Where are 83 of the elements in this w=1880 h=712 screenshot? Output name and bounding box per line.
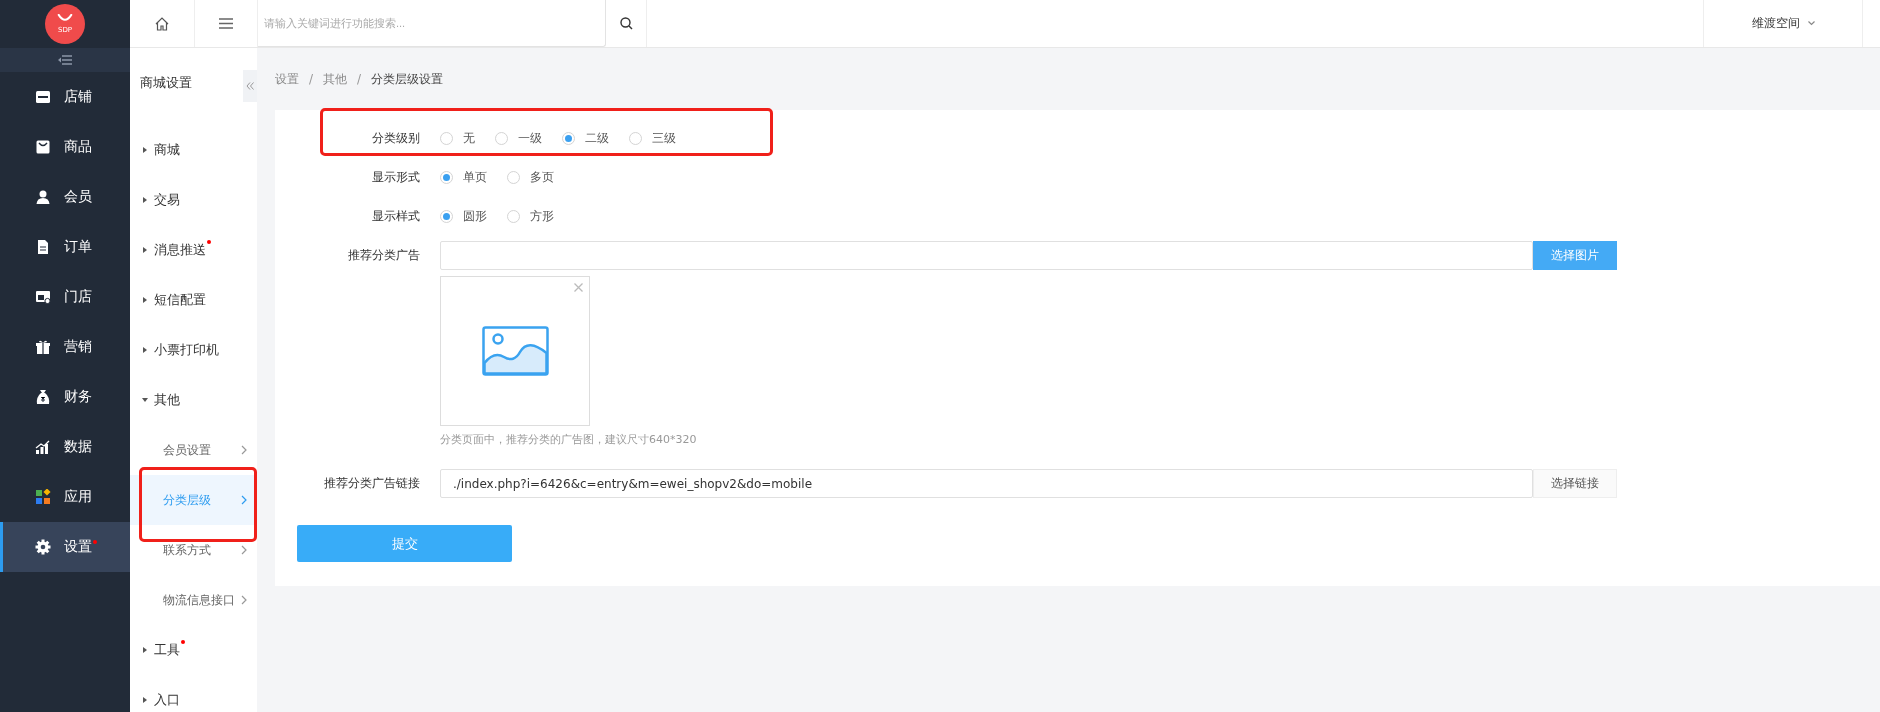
document-icon (35, 239, 51, 255)
nav-item[interactable]: 门店 (0, 272, 130, 322)
nav-label: 商品 (64, 138, 92, 156)
radio-option[interactable]: 单页 (440, 169, 487, 186)
chevron-right-icon (241, 495, 247, 505)
caret-icon (1807, 21, 1815, 26)
nav-item[interactable]: 订单 (0, 222, 130, 272)
field-label: 显示样式 (371, 208, 420, 225)
person-icon (35, 189, 51, 205)
radio-option[interactable]: 二级 (562, 130, 609, 147)
menu-group[interactable]: 短信配置 (130, 275, 257, 325)
nav-label: 店铺 (64, 88, 92, 106)
image-icon (481, 326, 549, 376)
nav-label: 应用 (64, 488, 92, 506)
menu-group[interactable]: 工具 (130, 625, 257, 675)
radio-option[interactable]: 三级 (629, 130, 676, 147)
chevron-right-icon (241, 595, 247, 605)
nav-label: 财务 (64, 388, 92, 406)
caret-right-icon (142, 697, 148, 703)
breadcrumb-item: 分类层级设置 (371, 70, 444, 88)
menu-group[interactable]: 交易 (130, 175, 257, 225)
radio-option[interactable]: 方形 (507, 208, 554, 225)
breadcrumb-separator: / (357, 72, 362, 86)
caret-right-icon (142, 297, 148, 303)
caret-right-icon (142, 197, 148, 203)
menu-group[interactable]: 小票打印机 (130, 325, 257, 375)
double-chevron-icon (246, 82, 254, 90)
caret-right-icon (142, 147, 148, 153)
caret-right-icon (142, 247, 148, 253)
bar-chart-icon (35, 439, 51, 455)
nav-item[interactable]: 应用 (0, 472, 130, 522)
nav-label: 设置 (64, 538, 92, 556)
field-label: 显示形式 (371, 169, 420, 186)
store-icon (35, 89, 51, 105)
nav-item[interactable]: 会员 (0, 172, 130, 222)
menu-group[interactable]: 其他 (130, 375, 257, 425)
home-icon (155, 16, 169, 31)
nav-label: 会员 (64, 188, 92, 206)
nav-item[interactable]: 设置 (0, 522, 130, 572)
breadcrumb-separator: / (309, 72, 314, 86)
nav-label: 门店 (64, 288, 92, 306)
menu-icon (219, 18, 233, 29)
breadcrumb-item[interactable]: 设置 (275, 70, 299, 88)
search-icon (619, 17, 633, 30)
image-path-field[interactable] (440, 241, 1533, 270)
gear-icon (35, 539, 51, 555)
field-label: 推荐分类广告 (347, 247, 420, 264)
radio-option[interactable]: 一级 (495, 130, 542, 147)
search-field[interactable]: 请输入关键词进行功能搜索... (258, 0, 606, 47)
chevron-right-icon (241, 545, 247, 555)
help-text: 分类页面中，推荐分类的广告图，建议尺寸640*320 (440, 432, 698, 447)
nav-item[interactable]: 财务 (0, 372, 130, 422)
caret-down-icon (142, 397, 148, 403)
field-label: 推荐分类广告链接 (323, 475, 420, 492)
collapse-tab[interactable] (243, 70, 257, 102)
choose-link-button[interactable]: 选择链接 (1533, 469, 1617, 498)
nav-item[interactable]: 商品 (0, 122, 130, 172)
nav-label: 数据 (64, 438, 92, 456)
bag-icon (35, 139, 51, 155)
field-label: 分类级别 (371, 130, 420, 147)
link-field[interactable]: ./index.php?i=6426&c=entry&m=ewei_shopv2&do=mobile (440, 469, 1533, 498)
collapse-menu-icon[interactable] (58, 55, 72, 65)
menu-group[interactable]: 商城 (130, 125, 257, 175)
radio-option[interactable]: 多页 (507, 169, 554, 186)
shop-icon (35, 289, 51, 305)
caret-right-icon (142, 347, 148, 353)
gift-icon (35, 339, 51, 355)
money-bag-icon (35, 389, 51, 405)
caret-right-icon (142, 647, 148, 653)
nav-label: 营销 (64, 338, 92, 356)
radio-option[interactable]: 圆形 (440, 208, 487, 225)
apps-icon (35, 489, 51, 505)
nav-label: 订单 (64, 238, 92, 256)
chevron-right-icon (241, 445, 247, 455)
menu-group[interactable]: 入口 (130, 675, 257, 712)
nav-item[interactable]: 营销 (0, 322, 130, 372)
radio-option[interactable]: 无 (440, 130, 475, 147)
section-title: 商城设置 (140, 74, 192, 92)
user-menu[interactable]: 维渡空间 (1703, 0, 1863, 47)
nav-item[interactable]: 数据 (0, 422, 130, 472)
menu-group[interactable]: 消息推送 (130, 225, 257, 275)
close-icon[interactable] (574, 283, 583, 292)
nav-item[interactable]: 店铺 (0, 72, 130, 122)
